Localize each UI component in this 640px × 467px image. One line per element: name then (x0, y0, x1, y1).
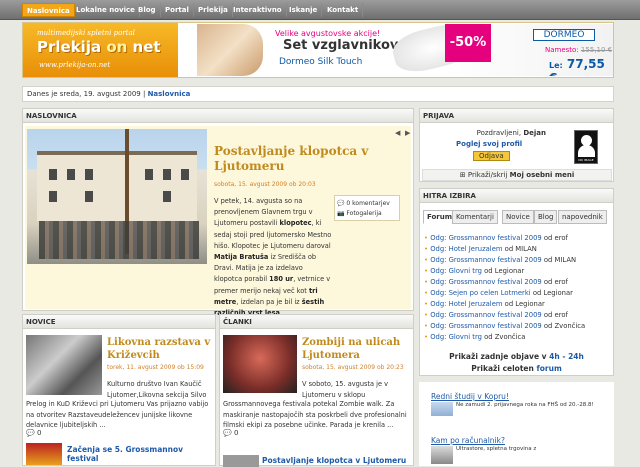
featured-meta-box: 💬 0 komentarjev 📷 Fotogalerija (334, 195, 400, 221)
main-panel-title: NASLOVNICA (23, 109, 413, 123)
quick-tabs: Forum Komentarji Novice Blog napovednik (423, 210, 613, 224)
prev-arrow-icon[interactable]: ◀ (395, 129, 400, 137)
comments-link[interactable]: 💬 0 komentarjev (337, 199, 397, 209)
nav-kontakt[interactable]: Kontakt (323, 3, 364, 17)
clanki-thumbnail[interactable] (223, 335, 297, 393)
list-item[interactable]: • Odg: Grossmannov festival 2009 od erof (424, 310, 612, 321)
list-item[interactable]: • Odg: Hotel Jeruzalem od Legionar (424, 299, 612, 310)
quick-select-panel: HITRA IZBIRA Forum Komentarji Novice Blo… (419, 188, 614, 376)
login-panel: PRIJAVA Pozdravljeni, Dejan Poglej svoj … (419, 108, 614, 182)
clanki-article-text: Grossmannovega festivala potekal Zombie … (223, 400, 407, 429)
ad-product-line: Dormeo Silk Touch (279, 57, 363, 67)
next-arrow-icon[interactable]: ▶ (405, 129, 410, 137)
forum-list: • Odg: Grossmannov festival 2009 od erof… (424, 233, 612, 343)
list-item[interactable]: • Odg: Hotel Jeruzalem od MILAN (424, 244, 612, 255)
featured-text: V petek, 14. avgusta so na prenovljenem … (214, 197, 332, 317)
novice-comments[interactable]: 💬 0 (26, 429, 41, 437)
site-logo[interactable]: multimedijski spletni portal Prlekija on… (23, 23, 178, 77)
plus-icon: ⊞ (459, 171, 466, 179)
novice-thumbnail[interactable] (26, 335, 102, 395)
camera-icon: 📷 (337, 210, 345, 217)
ad-banner[interactable]: Velike avgustovske akcije! Set vzglavnik… (183, 24, 613, 76)
novice-article-text: Prelog in KuD Križevci pri Ljutomeru Vas… (26, 400, 209, 429)
gallery-link[interactable]: 📷 Fotogalerija (337, 209, 397, 219)
nav-interaktivno[interactable]: Interaktivno (229, 3, 287, 17)
comment-icon: 💬 (26, 429, 35, 437)
greeting: Pozdravljeni, Dejan (476, 129, 546, 137)
ad-old-price: Namesto: 155,10 € (545, 46, 613, 54)
tab-napovednik[interactable]: napovednik (558, 210, 607, 224)
forum-link[interactable]: Prikaži celoten forum (420, 364, 613, 373)
list-item[interactable]: • Odg: Grossmannov festival 2009 od erof (424, 233, 612, 244)
nav-portal[interactable]: Portal (161, 3, 194, 17)
clanki-article-title[interactable]: Zombiji na ulicah Ljutomera (302, 336, 412, 362)
breadcrumb-home-link[interactable]: Naslovnica (148, 90, 191, 98)
novice-next-thumbnail[interactable] (26, 443, 62, 465)
quick-select-title: HITRA IZBIRA (420, 189, 613, 203)
clanki-next-thumbnail[interactable] (223, 455, 259, 467)
nav-lokalne-novice[interactable]: Lokalne novice (72, 3, 140, 17)
featured-image[interactable] (27, 129, 207, 264)
novice-article-title[interactable]: Likovna razstava v Križevcih (107, 336, 215, 362)
featured-date: sobota, 15. avgust 2009 ob 20:03 (214, 181, 316, 188)
clanki-panel: ČLANKI Zombiji na ulicah Ljutomera sobot… (219, 314, 414, 467)
logout-button[interactable]: Odjava (473, 151, 510, 161)
tab-blog[interactable]: Blog (534, 210, 558, 224)
side-news-title-1[interactable]: Redni študij v Kopru! (431, 392, 509, 401)
ad-discount: -50% (445, 24, 491, 62)
list-item[interactable]: • Odg: Grossmannov festival 2009 od Zvon… (424, 321, 612, 332)
logo-name: Prlekija on net (37, 38, 161, 56)
list-item[interactable]: • Odg: Sejen po celen Lotmerki od Legion… (424, 288, 612, 299)
side-news-title-2[interactable]: Kam po računalnik? (431, 436, 505, 445)
clanki-article-date: sobota, 15. avgust 2009 ob 20:23 (302, 364, 404, 371)
comment-icon: 💬 (337, 200, 345, 207)
site-header: multimedijski spletni portal Prlekija on… (22, 22, 614, 78)
ad-product: Set vzglavnikov (283, 38, 399, 53)
ad-brand: DORMEO (533, 29, 595, 41)
tab-novice[interactable]: Novice (502, 210, 534, 224)
logo-url: www.prlekija-on.net (39, 61, 111, 69)
novice-article-date: torek, 11. avgust 2009 ob 15:09 (107, 364, 204, 371)
side-news-text-2: Ultrastore, spletna trgovina z (456, 446, 537, 452)
login-panel-title: PRIJAVA (420, 109, 613, 123)
list-item[interactable]: • Odg: Grossmannov festival 2009 od erof (424, 277, 612, 288)
clanki-panel-title: ČLANKI (220, 315, 413, 329)
ad-headline: Velike avgustovske akcije! (275, 29, 381, 38)
list-item[interactable]: • Odg: Grossmannov festival 2009 od MILA… (424, 255, 612, 266)
featured-title[interactable]: Postavljanje klopotca v Ljutomeru (214, 144, 394, 174)
recent-posts-link[interactable]: Prikaži zadnje objave v 4h - 24h (420, 352, 613, 361)
nav-naslovnica[interactable]: Naslovnica (22, 3, 75, 17)
toggle-menu[interactable]: ⊞ Prikaži/skrij Moj osebni meni (422, 169, 612, 181)
nav-iskanje[interactable]: Iskanje (285, 3, 323, 17)
side-news: Redni študij v Kopru! Ne zamudi 2. prija… (419, 382, 614, 466)
side-news-thumb-2[interactable] (431, 446, 453, 464)
nav-prlekija[interactable]: Prlekija (194, 3, 233, 17)
date-breadcrumb: Danes je sreda, 19. avgust 2009 | Naslov… (22, 86, 614, 102)
novice-article-intro: Kulturno društvo Ivan Kaučič Ljutomer,Li… (107, 380, 207, 399)
novice-next-title[interactable]: Začenja se 5. Grossmannov festival (67, 445, 215, 463)
clanki-comments[interactable]: 💬 0 (223, 429, 238, 437)
profile-link[interactable]: Poglej svoj profil (456, 140, 522, 148)
novice-panel: NOVICE Likovna razstava v Križevcih tore… (22, 314, 216, 466)
clanki-article-intro: V soboto, 15. avgusta je v Ljutomeru v s… (302, 380, 389, 399)
clanki-next-title[interactable]: Postavljanje klopotca v Ljutomeru (262, 456, 406, 465)
side-news-text-1: Ne zamudi 2. prijavnega roka na FHŠ od 2… (456, 402, 594, 408)
tab-komentarji[interactable]: Komentarji (452, 210, 498, 224)
avatar: NO IMAGE (574, 130, 598, 164)
ad-new-price: Le: 77,55 € (549, 57, 605, 76)
current-date: Danes je sreda, 19. avgust 2009 | (27, 90, 146, 98)
side-news-thumb-1[interactable] (431, 402, 453, 416)
list-item[interactable]: • Odg: Glovni trg od Legionar (424, 266, 612, 277)
ad-photo (197, 24, 263, 76)
novice-panel-title: NOVICE (23, 315, 215, 329)
logo-tagline: multimedijski spletni portal (37, 29, 135, 37)
list-item[interactable]: • Odg: Glovni trg od Zvončica (424, 332, 612, 343)
top-navigation: Naslovnica Lokalne novice Blog Portal Pr… (0, 0, 640, 20)
comment-icon: 💬 (223, 429, 232, 437)
nav-blog[interactable]: Blog (134, 3, 161, 17)
